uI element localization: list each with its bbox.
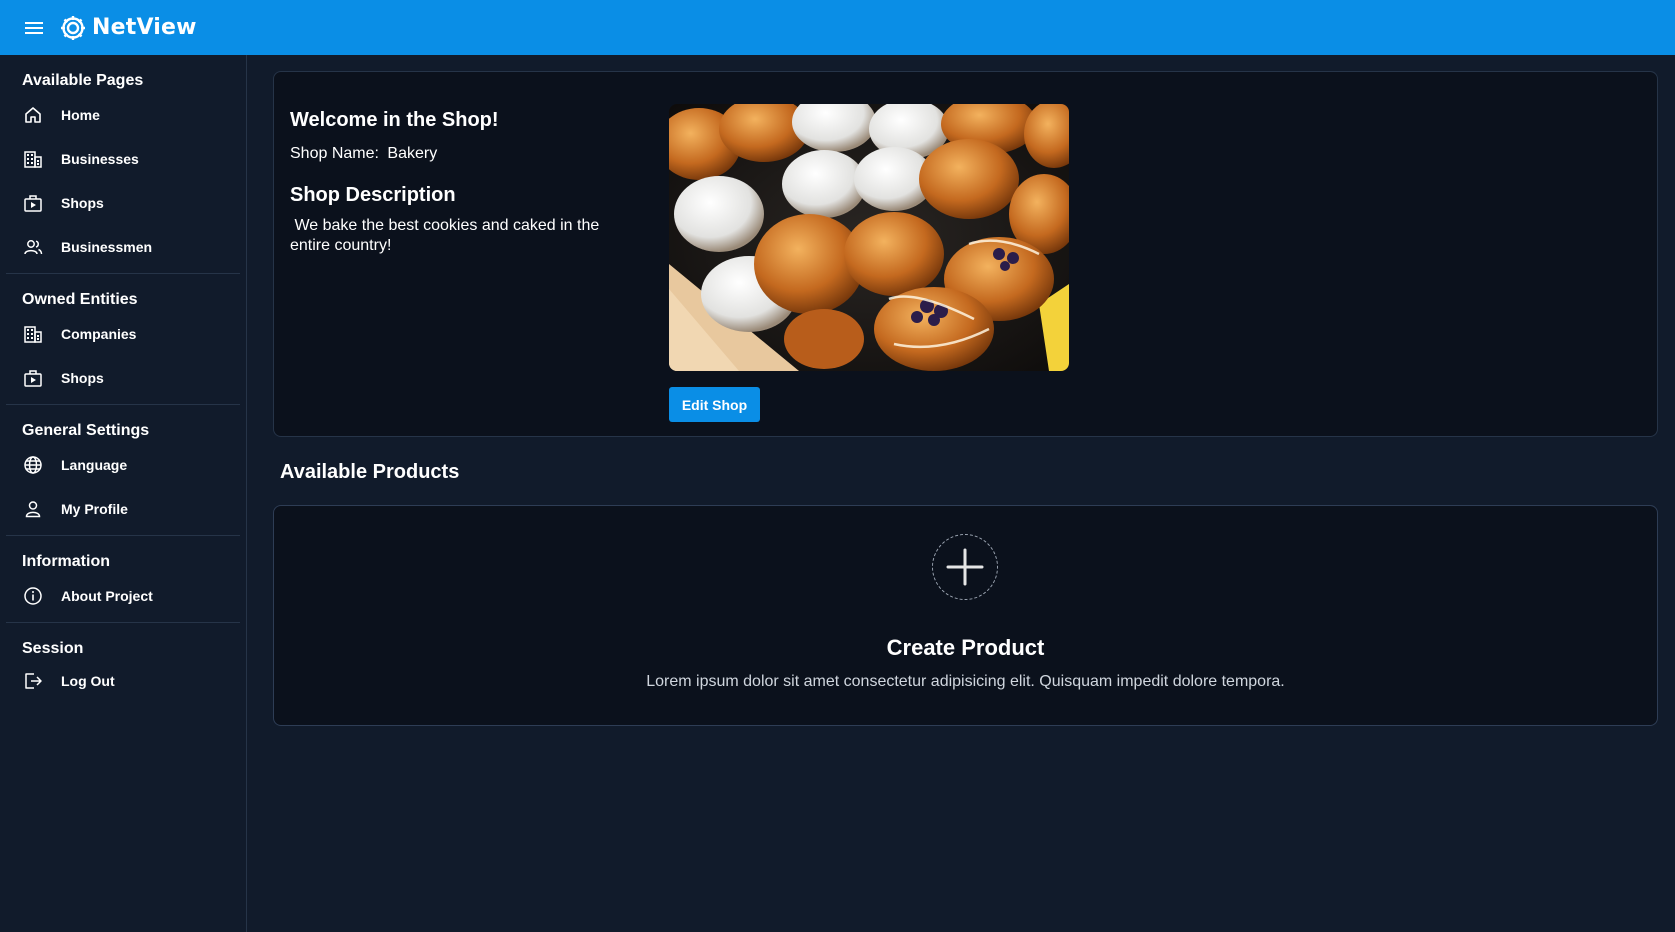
storefront-icon bbox=[22, 367, 44, 389]
sidebar-section-owned-entities: Owned Entities Companies Shops bbox=[0, 274, 246, 405]
sidebar-item-my-profile[interactable]: My Profile bbox=[6, 487, 240, 531]
sidebar-section-title: General Settings bbox=[22, 422, 150, 439]
shop-description-title: Shop Description bbox=[290, 184, 456, 206]
person-icon bbox=[22, 498, 44, 520]
sidebar-item-businessmen[interactable]: Businessmen bbox=[6, 225, 240, 269]
sidebar-item-companies[interactable]: Companies bbox=[6, 312, 240, 356]
info-icon bbox=[22, 585, 44, 607]
sidebar-section-title: Session bbox=[22, 640, 84, 657]
logout-icon bbox=[22, 670, 44, 692]
sidebar-item-label: Shops bbox=[61, 370, 104, 386]
main-content: Welcome in the Shop! Shop Name: Bakery S… bbox=[247, 55, 1675, 932]
storefront-icon bbox=[22, 192, 44, 214]
sidebar-item-log-out[interactable]: Log Out bbox=[6, 659, 240, 703]
sidebar-item-language[interactable]: Language bbox=[6, 443, 240, 487]
sidebar-item-label: Log Out bbox=[61, 673, 115, 689]
shop-description-text: We bake the best cookies and caked in th… bbox=[290, 217, 604, 254]
sidebar-item-label: About Project bbox=[61, 588, 153, 604]
shop-name-label: Shop Name: bbox=[290, 145, 379, 162]
building-icon bbox=[22, 148, 44, 170]
create-product-description: Lorem ipsum dolor sit amet consectetur a… bbox=[646, 673, 1285, 690]
plus-icon bbox=[932, 534, 998, 600]
sidebar: Available Pages Home Businesses Shops Bu… bbox=[0, 55, 247, 932]
building-icon bbox=[22, 323, 44, 345]
sidebar-item-owned-shops[interactable]: Shops bbox=[6, 356, 240, 400]
sidebar-item-home[interactable]: Home bbox=[6, 93, 240, 137]
sidebar-item-label: My Profile bbox=[61, 501, 128, 517]
home-icon bbox=[22, 104, 44, 126]
shop-name-row: Shop Name: Bakery bbox=[290, 145, 437, 163]
sidebar-item-label: Businesses bbox=[61, 151, 139, 167]
brand-name: NetView bbox=[92, 15, 197, 40]
brand[interactable]: NetView bbox=[58, 13, 197, 43]
sidebar-item-label: Home bbox=[61, 107, 100, 123]
sidebar-item-label: Companies bbox=[61, 326, 137, 342]
welcome-heading: Welcome in the Shop! bbox=[290, 109, 499, 131]
sidebar-item-businesses[interactable]: Businesses bbox=[6, 137, 240, 181]
sidebar-section-information: Information About Project bbox=[0, 536, 246, 623]
globe-icon bbox=[22, 454, 44, 476]
sidebar-item-label: Businessmen bbox=[61, 239, 153, 255]
gear-logo-icon bbox=[58, 13, 88, 43]
edit-shop-button[interactable]: Edit Shop bbox=[669, 387, 760, 422]
sidebar-section-session: Session Log Out bbox=[0, 623, 246, 703]
sidebar-section-available-pages: Available Pages Home Businesses Shops Bu… bbox=[0, 55, 246, 274]
available-products-title: Available Products bbox=[280, 461, 460, 483]
sidebar-item-shops[interactable]: Shops bbox=[6, 181, 240, 225]
sidebar-section-title: Owned Entities bbox=[22, 291, 138, 308]
menu-button[interactable] bbox=[20, 14, 48, 42]
top-app-bar: NetView bbox=[0, 0, 1675, 55]
sidebar-section-general-settings: General Settings Language My Profile bbox=[0, 405, 246, 536]
sidebar-section-title: Information bbox=[22, 553, 110, 570]
bakery-pastries-photo bbox=[669, 104, 1069, 371]
shop-info-card: Welcome in the Shop! Shop Name: Bakery S… bbox=[273, 71, 1658, 437]
shop-name-value: Bakery bbox=[387, 145, 438, 162]
create-product-card[interactable]: Create Product Lorem ipsum dolor sit ame… bbox=[273, 505, 1658, 726]
people-icon bbox=[22, 236, 44, 258]
hamburger-menu-icon bbox=[25, 21, 43, 34]
sidebar-item-label: Language bbox=[61, 457, 128, 473]
create-product-title: Create Product bbox=[886, 635, 1045, 660]
sidebar-item-label: Shops bbox=[61, 195, 104, 211]
sidebar-section-title: Available Pages bbox=[22, 72, 144, 89]
sidebar-item-about-project[interactable]: About Project bbox=[6, 574, 240, 618]
